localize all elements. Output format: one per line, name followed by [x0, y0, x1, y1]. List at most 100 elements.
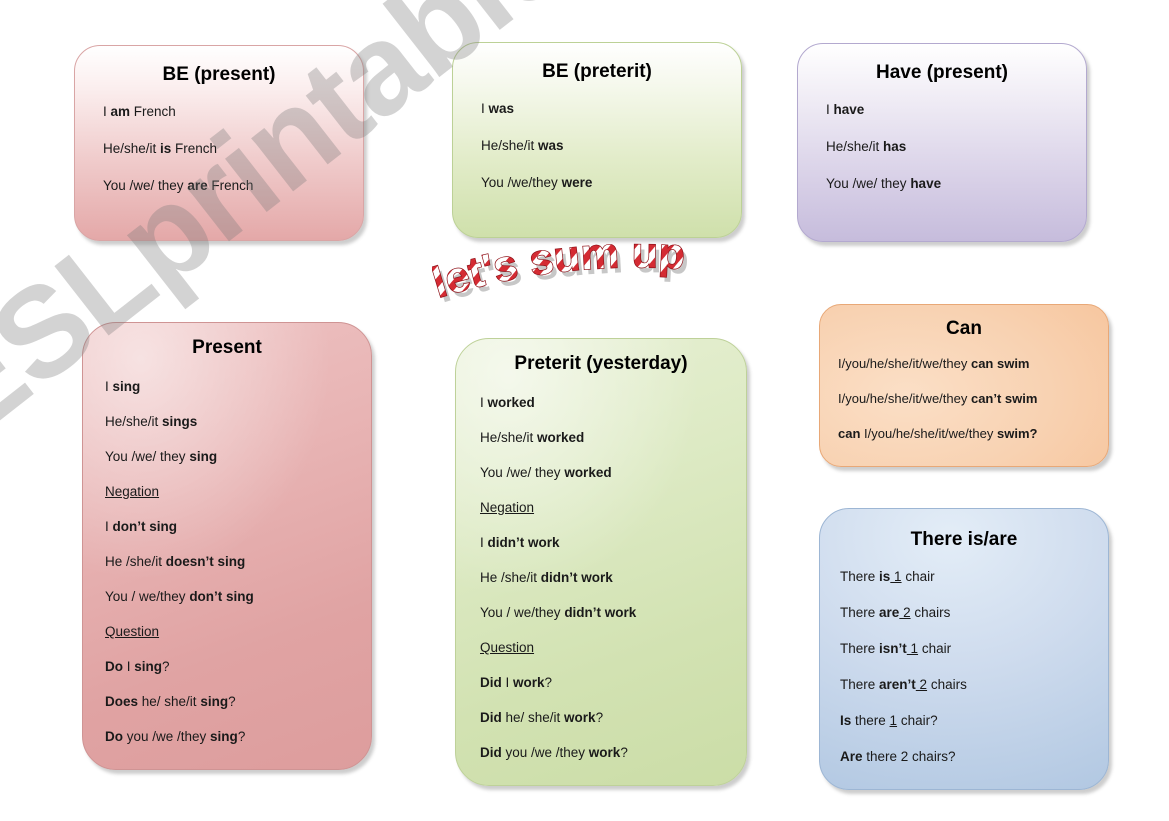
line-subject: He/she/it	[481, 138, 539, 153]
line-subject: You / we/they	[480, 605, 565, 620]
line-verb: worked	[487, 395, 535, 410]
line-tail: ?	[237, 729, 246, 744]
line-verb: have	[833, 102, 865, 117]
line-subject: He/she/it	[105, 414, 163, 429]
line-verb: is	[879, 569, 891, 584]
line-subject: You / we/they	[105, 589, 190, 604]
line-number: 1	[906, 641, 919, 656]
line-verb: Did	[480, 745, 502, 760]
grammar-line: You /we/ they worked	[480, 465, 746, 480]
card-title: Have (present)	[876, 62, 1008, 83]
section-heading: Negation	[105, 484, 371, 499]
line-number: 2	[899, 605, 911, 620]
card-there-is-are: There is/are There is 1 chair There are 2…	[819, 508, 1109, 790]
line-subject-2: I	[501, 675, 514, 690]
card-title: Can	[946, 318, 982, 339]
line-subject-2: he/ she/it	[501, 710, 565, 725]
line-verb: were	[561, 175, 593, 190]
line-tail: ?	[595, 710, 604, 725]
line-verb: worked	[537, 430, 585, 445]
grammar-line: He/she/it is French	[103, 141, 363, 156]
line-verb: was	[538, 138, 564, 153]
grammar-line: He/she/it has	[826, 139, 1086, 154]
line-tail: chair?	[897, 713, 938, 728]
line-subject: There	[840, 677, 880, 692]
line-verb: Did	[480, 675, 502, 690]
card-be-preterit: BE (preterit) I was He/she/it was You /we/…	[452, 42, 742, 238]
svg-text:let's sum up: let's sum up	[432, 240, 686, 308]
grammar-line: There are 2 chairs	[840, 605, 1108, 620]
line-subject: I	[826, 102, 834, 117]
grammar-line: He/she/it was	[481, 138, 741, 153]
card-have-present: Have (present) I have He/she/it has You /w…	[797, 43, 1087, 242]
line-subject: He /she/it	[480, 570, 541, 585]
line-subject: I	[481, 101, 489, 116]
grammar-line: You / we/they don’t sing	[105, 589, 371, 604]
line-subject: There	[840, 569, 880, 584]
grammar-line: There is 1 chair	[840, 569, 1108, 584]
line-subject: I	[480, 535, 488, 550]
line-subject: You /we/they	[481, 175, 562, 190]
line-subject-2: you /we /they	[123, 729, 211, 744]
line-verb: are	[187, 178, 208, 193]
line-tail: chair	[918, 641, 952, 656]
grammar-line: There isn’t 1 chair	[840, 641, 1108, 656]
line-verb-2: sing	[134, 659, 163, 674]
line-subject: He/she/it	[480, 430, 538, 445]
line-verb: Are	[840, 749, 863, 764]
grammar-line: Did I work?	[480, 675, 746, 690]
line-subject: I	[105, 519, 113, 534]
line-tail: ?	[162, 659, 170, 674]
section-heading: Question	[480, 640, 746, 655]
line-subject: You /we/ they	[105, 449, 190, 464]
line-verb-2: sing	[210, 729, 238, 744]
line-verb: is	[160, 141, 172, 156]
grammar-line: I sing	[105, 379, 371, 394]
grammar-line: Are there 2 chairs?	[840, 749, 1108, 764]
line-number: 2	[915, 677, 928, 692]
line-subject: I/you/he/she/it/we/they	[838, 356, 971, 371]
line-verb: doesn’t sing	[165, 554, 246, 569]
line-number: 1	[890, 569, 902, 584]
grammar-line: You /we/ they have	[826, 176, 1086, 191]
section-heading-label: Negation	[105, 484, 160, 499]
line-subject: I	[103, 104, 111, 119]
line-verb: didn’t work	[487, 535, 560, 550]
wordart-lets-sum-up: let's sum up let's sum up	[426, 228, 782, 320]
line-verb: sings	[162, 414, 198, 429]
grammar-line: I didn’t work	[480, 535, 746, 550]
line-verb: Do	[105, 729, 123, 744]
grammar-line: You /we/ they sing	[105, 449, 371, 464]
grammar-line: I worked	[480, 395, 746, 410]
line-verb: can’t swim	[970, 391, 1038, 406]
line-verb: has	[883, 139, 907, 154]
card-title: Preterit (yesterday)	[514, 353, 688, 374]
line-tail: French	[130, 104, 176, 119]
line-verb-2: work	[588, 745, 621, 760]
wordart-svg: let's sum up let's sum up	[426, 228, 690, 312]
line-verb: have	[910, 176, 942, 191]
line-verb: didn’t work	[564, 605, 637, 620]
card-preterit: Preterit (yesterday) I worked He/she/it w…	[455, 338, 747, 786]
line-subject: He/she/it	[826, 139, 884, 154]
grammar-line: He /she/it didn’t work	[480, 570, 746, 585]
grammar-line: Does he/ she/it sing?	[105, 694, 371, 709]
grammar-line: Do you /we /they sing?	[105, 729, 371, 744]
line-verb: didn’t work	[540, 570, 613, 585]
line-verb: don’t sing	[112, 519, 178, 534]
line-subject: There	[840, 641, 880, 656]
line-verb: sing	[189, 449, 218, 464]
line-verb: was	[488, 101, 515, 116]
card-be-present: BE (present) I am French He/she/it is Fre…	[74, 45, 364, 241]
grammar-line: You /we/they were	[481, 175, 741, 190]
line-verb: can swim	[970, 356, 1030, 371]
section-heading-label: Question	[105, 624, 160, 639]
line-tail: French	[207, 178, 254, 193]
card-title: Present	[192, 337, 262, 358]
grammar-line: I was	[481, 101, 741, 116]
line-verb: am	[110, 104, 131, 119]
line-verb: Is	[840, 713, 852, 728]
line-subject: You /we/ they	[826, 176, 911, 191]
line-verb: are	[879, 605, 900, 620]
card-present: Present I sing He/she/it sings You /we/ th…	[82, 322, 372, 770]
